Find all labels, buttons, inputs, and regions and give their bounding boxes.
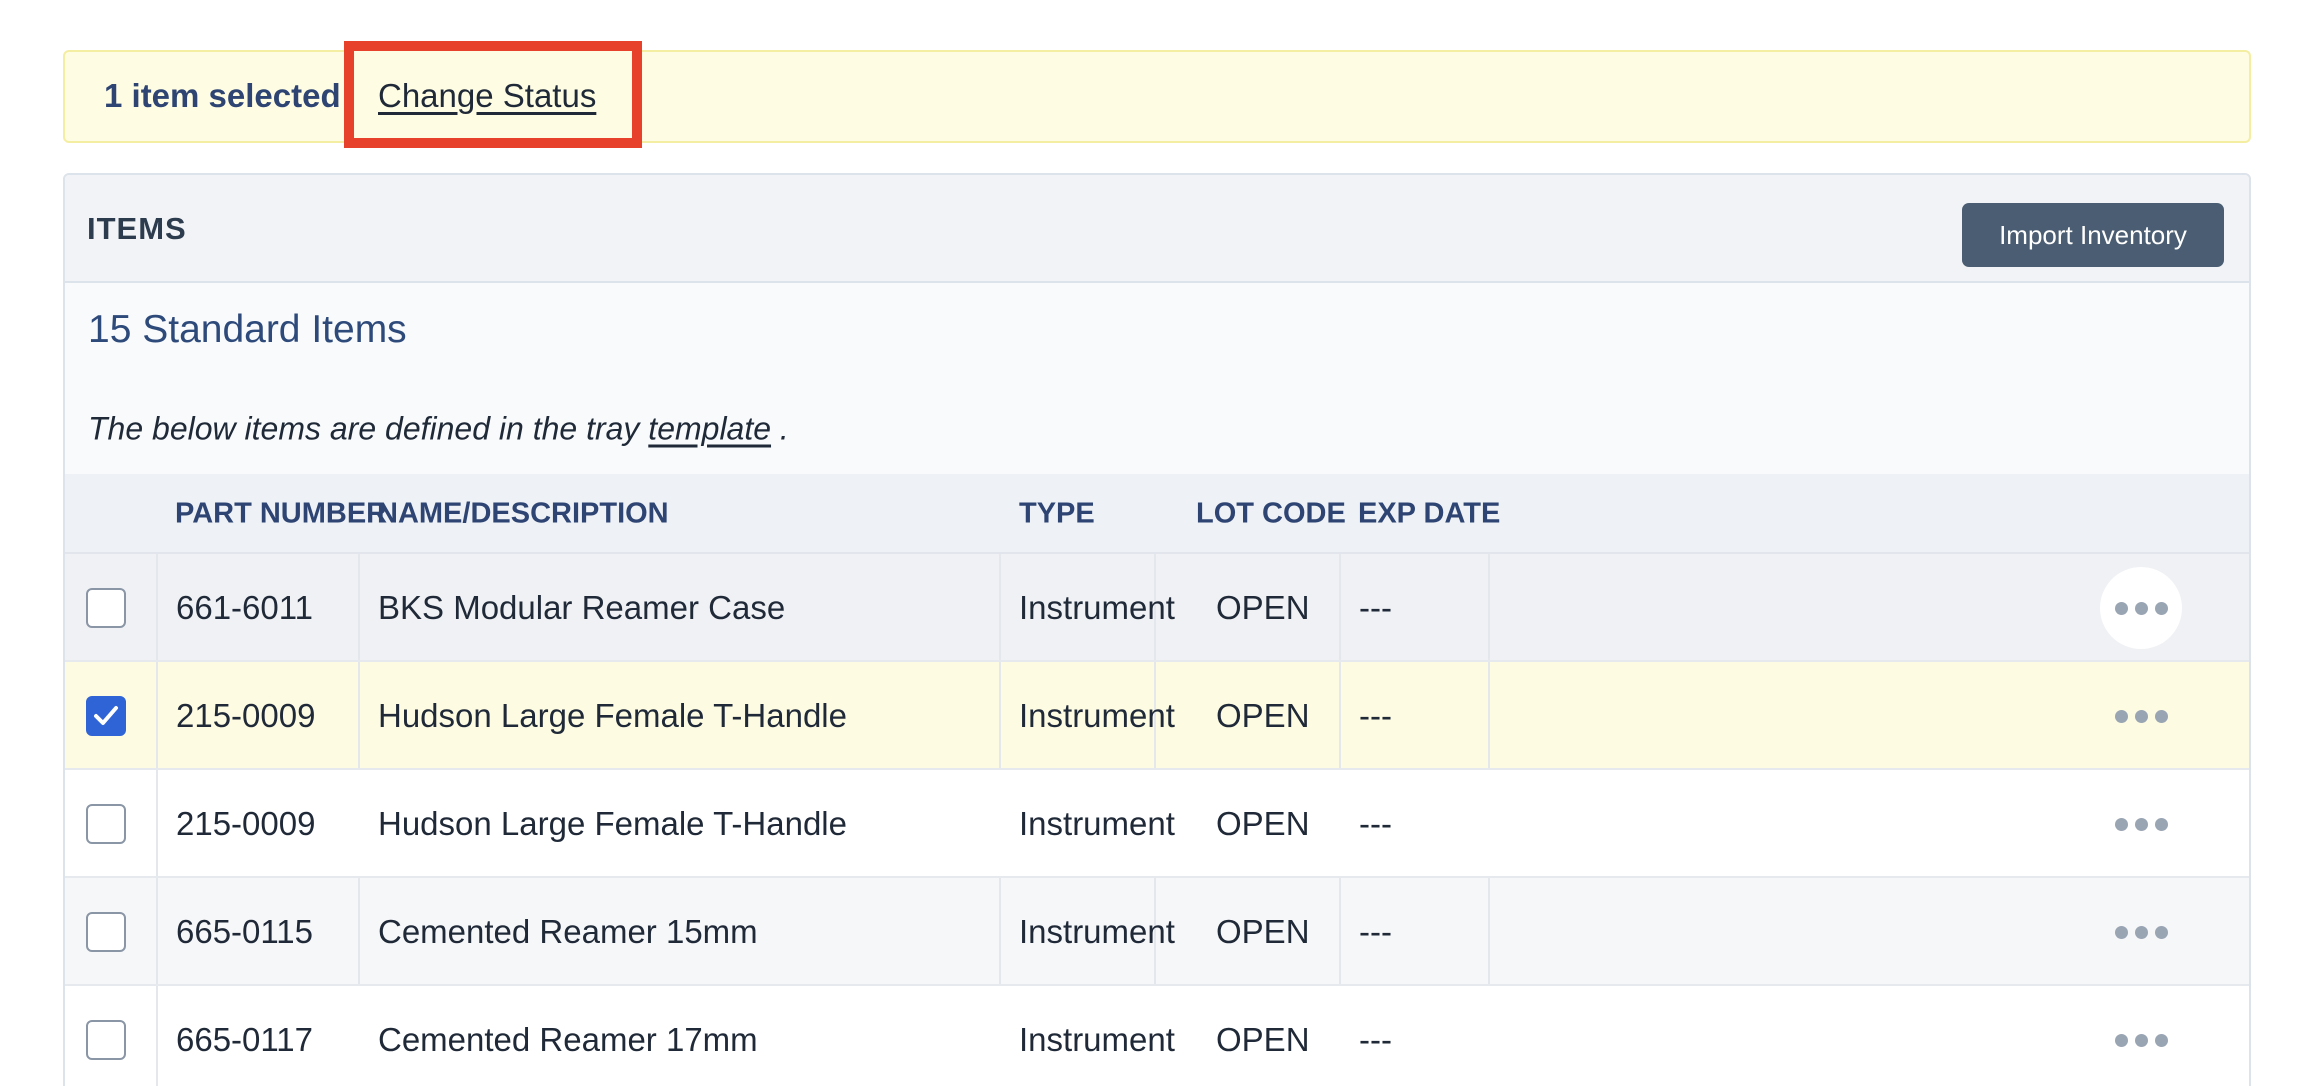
lot-code-cell: OPEN	[1216, 1021, 1310, 1058]
column-divider	[156, 662, 158, 768]
name-cell: Hudson Large Female T-Handle	[378, 805, 847, 842]
items-panel: ITEMS Import Inventory 15 Standard Items…	[63, 173, 2251, 1086]
row-checkbox[interactable]	[86, 588, 126, 628]
table-row[interactable]: 215-0009 Hudson Large Female T-Handle In…	[65, 770, 2249, 878]
row-checkbox[interactable]	[86, 804, 126, 844]
template-note: The below items are defined in the tray …	[88, 411, 789, 448]
column-divider	[1339, 878, 1341, 984]
table-row[interactable]: 661-6011 BKS Modular Reamer Case Instrum…	[65, 554, 2249, 662]
type-cell: Instrument	[1019, 1021, 1175, 1058]
column-divider	[156, 986, 158, 1086]
ellipsis-icon	[2114, 601, 2168, 615]
type-cell: Instrument	[1019, 805, 1175, 842]
ellipsis-icon	[2114, 925, 2168, 939]
name-cell: Cemented Reamer 17mm	[378, 1021, 758, 1058]
panel-title: ITEMS	[87, 211, 187, 246]
column-divider	[999, 662, 1001, 768]
exp-date-cell: ---	[1359, 589, 1392, 626]
change-status-link[interactable]: Change Status	[378, 77, 596, 115]
row-actions-button[interactable]	[2100, 567, 2182, 649]
column-divider	[1339, 662, 1341, 768]
panel-header: ITEMS Import Inventory	[65, 175, 2249, 283]
row-actions-button[interactable]	[2100, 675, 2182, 757]
row-actions-button[interactable]	[2100, 783, 2182, 865]
column-exp-date[interactable]: EXP DATE	[1358, 498, 1500, 531]
lot-code-cell: OPEN	[1216, 697, 1310, 734]
table-row[interactable]: 665-0115 Cemented Reamer 15mm Instrument…	[65, 878, 2249, 986]
column-divider	[358, 662, 360, 768]
table-row[interactable]: 215-0009 Hudson Large Female T-Handle In…	[65, 662, 2249, 770]
column-divider	[999, 554, 1001, 660]
ellipsis-icon	[2114, 1033, 2168, 1047]
section-title: 15 Standard Items	[88, 308, 407, 351]
name-cell: Hudson Large Female T-Handle	[378, 697, 847, 734]
exp-date-cell: ---	[1359, 1021, 1392, 1058]
column-divider	[1488, 662, 1490, 768]
column-lot-code[interactable]: LOT CODE	[1196, 498, 1346, 531]
lot-code-cell: OPEN	[1216, 805, 1310, 842]
row-actions-button[interactable]	[2100, 891, 2182, 973]
selection-count: 1 item selected	[104, 77, 341, 114]
page: 1 item selected Change Status ITEMS Impo…	[0, 0, 2316, 1086]
column-type[interactable]: TYPE	[1019, 498, 1095, 531]
name-cell: BKS Modular Reamer Case	[378, 589, 786, 626]
import-inventory-button[interactable]: Import Inventory	[1962, 203, 2224, 267]
column-divider	[358, 878, 360, 984]
row-checkbox[interactable]	[86, 696, 126, 736]
column-divider	[1488, 554, 1490, 660]
column-divider	[1488, 878, 1490, 984]
template-link[interactable]: template	[648, 411, 771, 447]
type-cell: Instrument	[1019, 589, 1175, 626]
column-divider	[999, 878, 1001, 984]
ellipsis-icon	[2114, 709, 2168, 723]
type-cell: Instrument	[1019, 697, 1175, 734]
part-number-cell: 661-6011	[176, 589, 314, 626]
lot-code-cell: OPEN	[1216, 913, 1310, 950]
column-divider	[156, 770, 158, 876]
checkmark-icon	[94, 706, 118, 725]
ellipsis-icon	[2114, 817, 2168, 831]
note-suffix: .	[779, 410, 789, 447]
lot-code-cell: OPEN	[1216, 589, 1310, 626]
exp-date-cell: ---	[1359, 697, 1392, 734]
items-table: PART NUMBER NAME/DESCRIPTION TYPE LOT CO…	[65, 474, 2249, 1086]
row-checkbox[interactable]	[86, 1020, 126, 1060]
part-number-cell: 665-0115	[176, 913, 314, 950]
table-header: PART NUMBER NAME/DESCRIPTION TYPE LOT CO…	[65, 474, 2249, 554]
row-actions-button[interactable]	[2100, 999, 2182, 1081]
type-cell: Instrument	[1019, 913, 1175, 950]
name-cell: Cemented Reamer 15mm	[378, 913, 758, 950]
column-divider	[156, 554, 158, 660]
table-row[interactable]: 665-0117 Cemented Reamer 17mm Instrument…	[65, 986, 2249, 1086]
exp-date-cell: ---	[1359, 913, 1392, 950]
column-name-description[interactable]: NAME/DESCRIPTION	[377, 498, 669, 531]
row-checkbox[interactable]	[86, 912, 126, 952]
exp-date-cell: ---	[1359, 805, 1392, 842]
column-divider	[156, 878, 158, 984]
part-number-cell: 665-0117	[176, 1021, 314, 1058]
part-number-cell: 215-0009	[176, 805, 316, 842]
column-divider	[358, 554, 360, 660]
note-prefix: The below items are defined in the tray	[88, 410, 640, 447]
column-part-number[interactable]: PART NUMBER	[175, 498, 387, 531]
column-divider	[1339, 554, 1341, 660]
part-number-cell: 215-0009	[176, 697, 316, 734]
